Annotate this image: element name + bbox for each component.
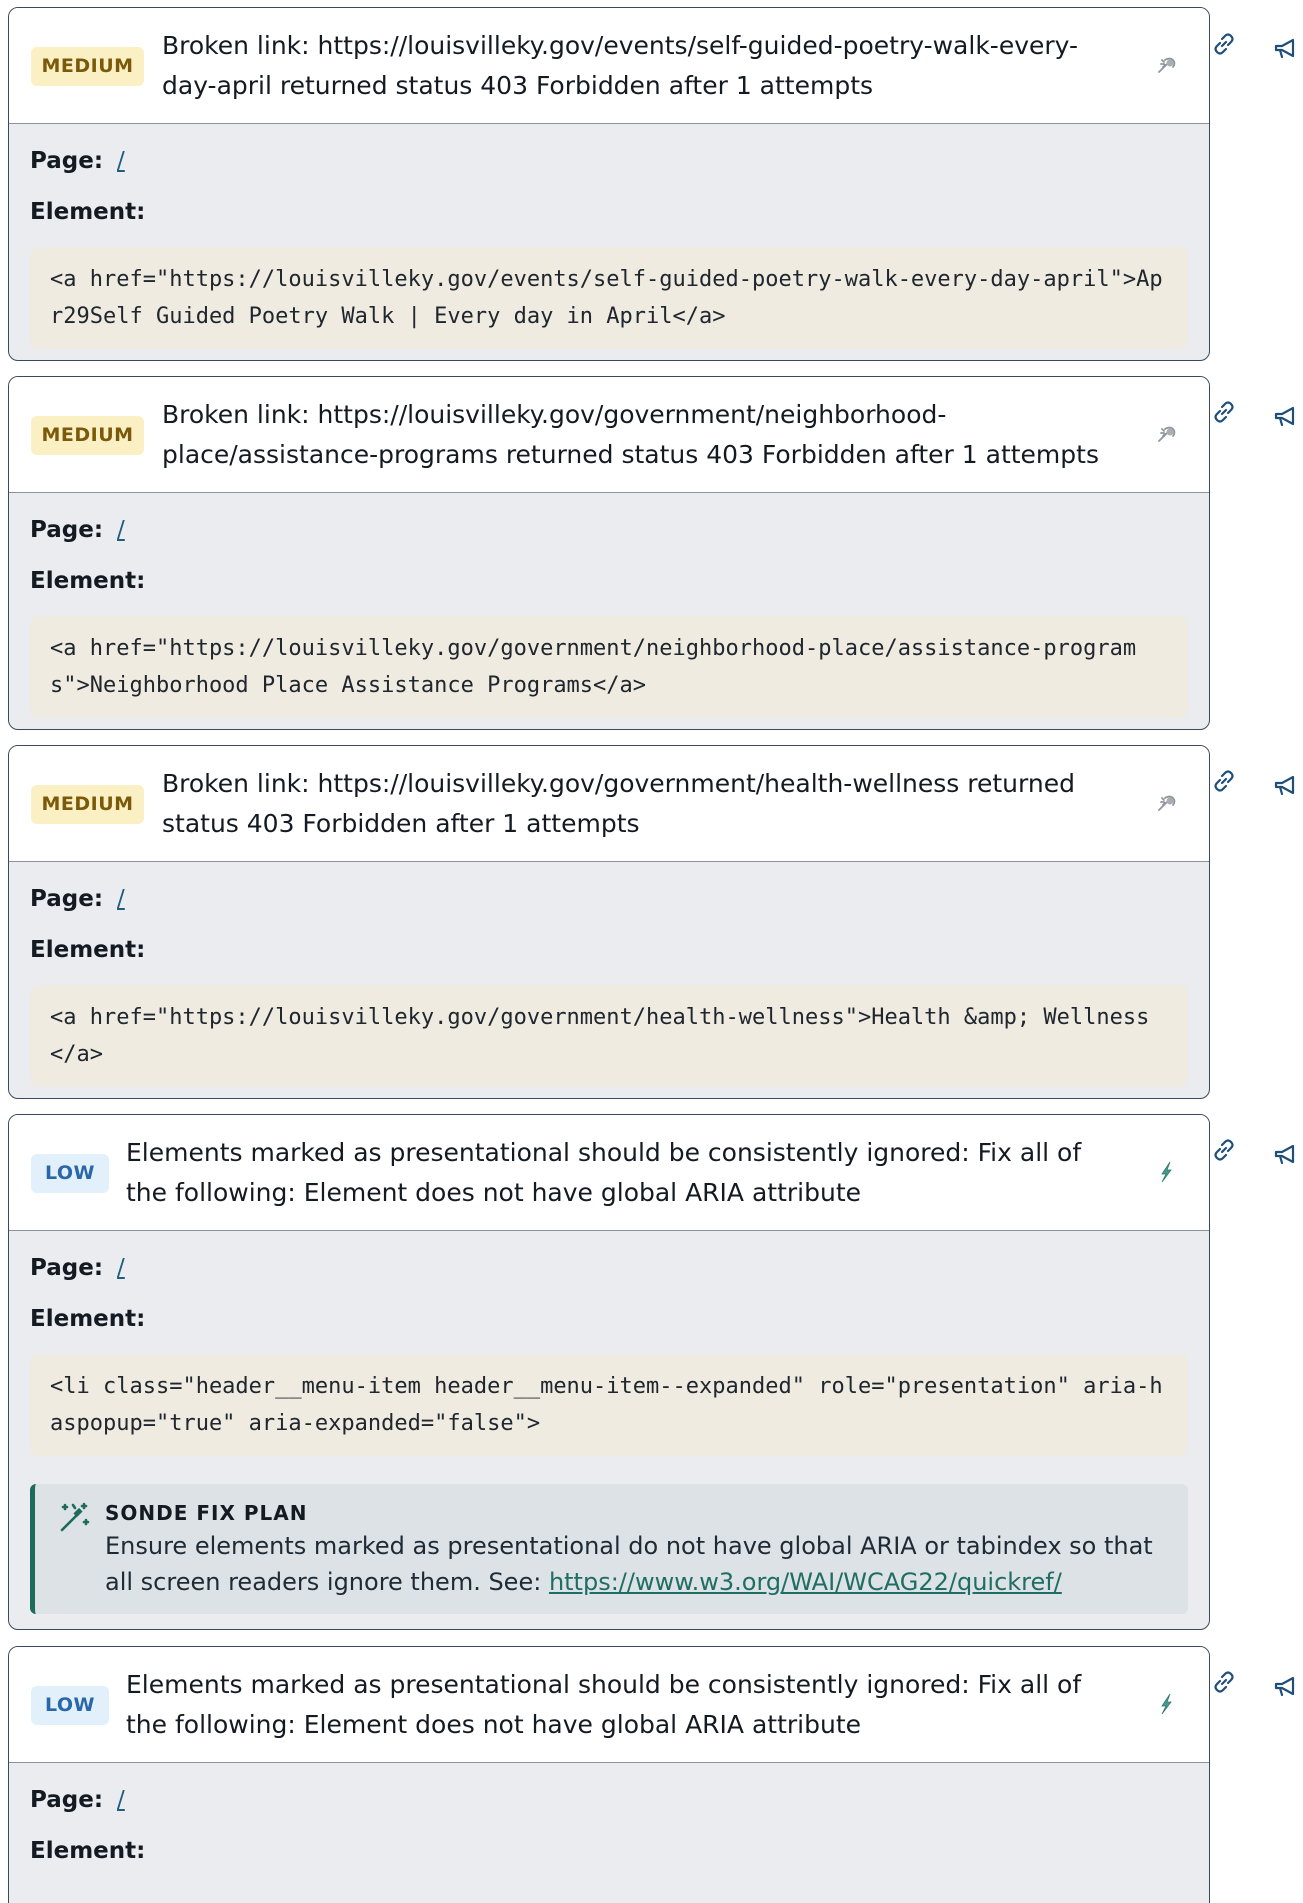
megaphone-icon[interactable] [1272,1673,1300,1701]
issue-title: Elements marked as presentational should… [126,1670,1082,1739]
issue-header[interactable]: LOW Elements marked as presentational sh… [9,1647,1209,1763]
page-link[interactable]: / [117,517,125,543]
fix-plan-text: Ensure elements marked as presentational… [105,1528,1168,1600]
issue-title: Broken link: https://louisvilleky.gov/ev… [162,31,1079,100]
issue-header[interactable]: LOW Elements marked as presentational sh… [9,1115,1209,1231]
issue-body: Page: / Element: <a href="https://louisv… [9,124,1209,349]
page-row: Page: / [30,513,1188,547]
issue-header[interactable]: MEDIUM Broken link: https://louisvilleky… [9,8,1209,124]
page-link[interactable]: / [117,886,125,912]
issue-card: MEDIUM Broken link: https://louisvilleky… [8,745,1210,1099]
issue-card: MEDIUM Broken link: https://louisvilleky… [8,7,1210,361]
issue-title: Broken link: https://louisvilleky.gov/go… [162,769,1075,838]
severity-badge: MEDIUM [31,47,144,86]
page-label: Page: [30,148,104,174]
issue-card: LOW Elements marked as presentational sh… [8,1114,1210,1630]
severity-badge: MEDIUM [31,785,144,824]
issue-body: Page: / Element: <a href="https://louisv… [9,862,1209,1087]
element-label: Element: [30,199,146,225]
element-label: Element: [30,937,146,963]
page-row: Page: / [30,1251,1188,1285]
megaphone-icon[interactable] [1272,35,1300,63]
issue-card: MEDIUM Broken link: https://louisvilleky… [8,376,1210,730]
link-icon[interactable] [1210,1136,1238,1164]
page-row: Page: / [30,144,1188,178]
issue-title: Broken link: https://louisvilleky.gov/go… [162,400,1099,469]
page-label: Page: [30,886,104,912]
page-link[interactable]: / [117,1787,125,1813]
fix-plan-title: SONDE FIX PLAN [105,1501,308,1525]
lightning-icon[interactable] [1153,1691,1179,1717]
severity-badge: MEDIUM [31,416,144,455]
megaphone-icon[interactable] [1272,772,1300,800]
issue-card: LOW Elements marked as presentational sh… [8,1646,1210,1903]
page-label: Page: [30,1787,104,1813]
issue-title: Elements marked as presentational should… [126,1138,1082,1207]
severity-badge: LOW [31,1154,109,1193]
issue-body: Page: / Element: <li class="header__menu… [9,1231,1209,1614]
issue-body: Page: / Element: [9,1763,1209,1868]
page-label: Page: [30,517,104,543]
page-row: Page: / [30,882,1188,916]
megaphone-icon[interactable] [1272,403,1300,431]
page-link[interactable]: / [117,148,125,174]
bug-icon[interactable] [1153,421,1179,447]
element-code: <a href="https://louisvilleky.gov/govern… [30,985,1188,1087]
element-label: Element: [30,1838,146,1864]
fix-plan: SONDE FIX PLAN Ensure elements marked as… [30,1484,1188,1614]
element-code: <a href="https://louisvilleky.gov/events… [30,247,1188,349]
lightning-icon[interactable] [1153,1159,1179,1185]
megaphone-icon[interactable] [1272,1141,1300,1169]
element-code: <a href="https://louisvilleky.gov/govern… [30,616,1188,718]
link-icon[interactable] [1210,398,1238,426]
bug-icon[interactable] [1153,52,1179,78]
severity-badge: LOW [31,1686,109,1725]
issue-header[interactable]: MEDIUM Broken link: https://louisvilleky… [9,377,1209,493]
page-link[interactable]: / [117,1255,125,1281]
bug-icon[interactable] [1153,790,1179,816]
link-icon[interactable] [1210,30,1238,58]
magic-wand-icon [60,1502,90,1532]
issues-list: MEDIUM Broken link: https://louisvilleky… [0,0,1303,1903]
page-row: Page: / [30,1783,1188,1817]
page-label: Page: [30,1255,104,1281]
issue-body: Page: / Element: <a href="https://louisv… [9,493,1209,718]
element-label: Element: [30,568,146,594]
link-icon[interactable] [1210,1668,1238,1696]
fix-plan-link[interactable]: https://www.w3.org/WAI/WCAG22/quickref/ [549,1568,1062,1596]
element-label: Element: [30,1306,146,1332]
link-icon[interactable] [1210,767,1238,795]
issue-header[interactable]: MEDIUM Broken link: https://louisvilleky… [9,746,1209,862]
element-code: <li class="header__menu-item header__men… [30,1354,1188,1456]
